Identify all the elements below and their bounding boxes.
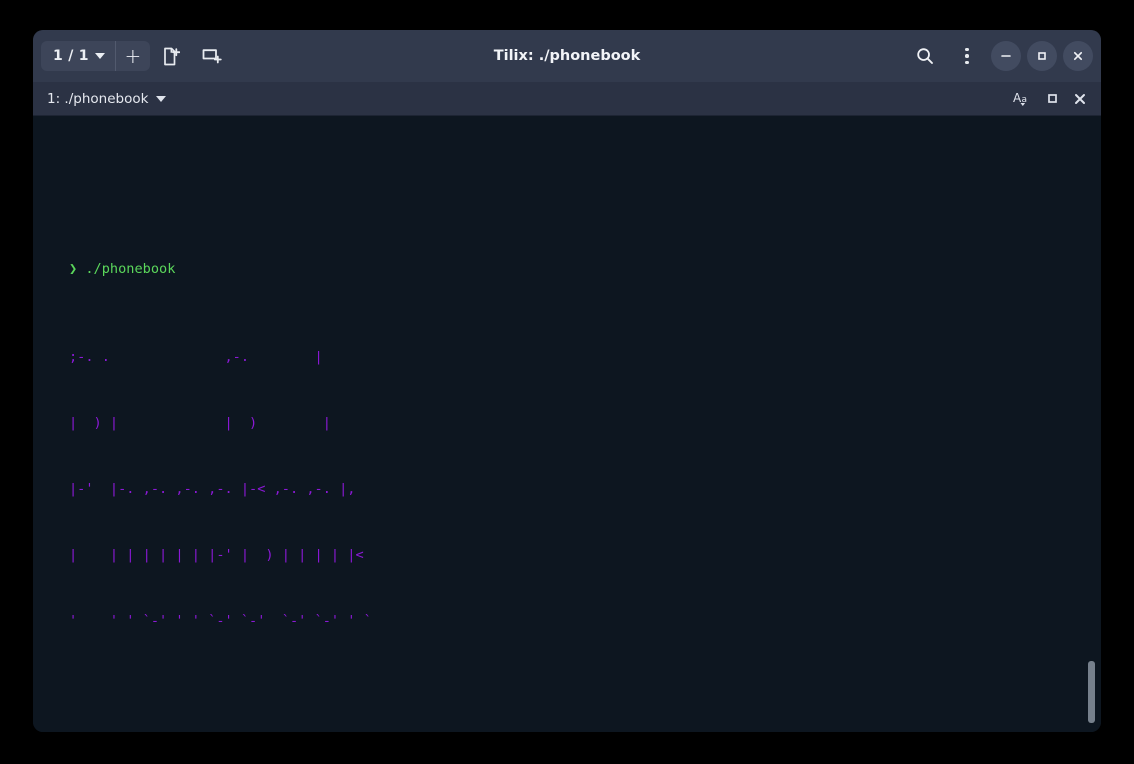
maximize-pane-icon[interactable] <box>1046 92 1059 105</box>
terminal-line-cut-top <box>69 170 1101 192</box>
scrollbar-thumb[interactable] <box>1088 661 1095 723</box>
terminal-line-prompt: ❯ ./phonebook <box>69 258 1101 280</box>
minimize-button[interactable] <box>991 41 1021 71</box>
tab-bar: 1: ./phonebook A a <box>33 82 1101 116</box>
prompt-symbol: ❯ <box>69 261 78 277</box>
header-right-controls <box>907 39 1093 73</box>
header-bar: 1 / 1 + Tilix: ./phonebook <box>33 30 1101 82</box>
chevron-down-icon <box>94 53 105 59</box>
banner-line: | ) | | ) | <box>69 415 331 431</box>
banner-line: ' ' ' `-' ' ' `-' `-' `-' `-' ' ` <box>69 613 372 629</box>
session-count-label: 1 / 1 <box>53 48 89 64</box>
close-button[interactable] <box>1063 41 1093 71</box>
terminal-scrollbar[interactable] <box>1087 116 1095 732</box>
font-size-icon[interactable]: A a <box>1013 90 1032 107</box>
tab-label: 1: ./phonebook <box>47 90 149 107</box>
maximize-button[interactable] <box>1027 41 1057 71</box>
new-session-button[interactable]: + <box>116 41 150 71</box>
close-pane-icon[interactable] <box>1073 92 1087 106</box>
add-terminal-icon[interactable] <box>154 39 190 73</box>
banner-line: |-' |-. ,-. ,-. ,-. |-< ,-. ,-. |, <box>69 481 356 497</box>
header-left-controls: 1 / 1 + <box>41 39 230 73</box>
terminal-pane[interactable]: ❯ ./phonebook ;-. . ,-. | | ) | | ) | |-… <box>33 116 1101 732</box>
banner-line: | | | | | | | |-' | ) | | | | |< <box>69 547 364 563</box>
tilix-window: 1 / 1 + Tilix: ./phonebook 1: ./phoneboo… <box>33 30 1101 732</box>
kebab-menu-icon[interactable] <box>949 39 985 73</box>
tab-item-phonebook[interactable]: 1: ./phonebook <box>47 90 167 107</box>
session-count-button[interactable]: 1 / 1 <box>41 41 115 71</box>
add-session-icon[interactable] <box>194 39 230 73</box>
tab-bar-controls: A a <box>1013 90 1091 107</box>
banner-line: ;-. . ,-. | <box>69 349 323 365</box>
search-icon[interactable] <box>907 39 943 73</box>
terminal-output: ❯ ./phonebook ;-. . ,-. | | ) | | ) | |-… <box>69 116 1101 732</box>
prompt-command: ./phonebook <box>85 261 176 277</box>
chevron-down-icon <box>156 95 167 102</box>
session-switcher-group: 1 / 1 + <box>41 41 150 71</box>
